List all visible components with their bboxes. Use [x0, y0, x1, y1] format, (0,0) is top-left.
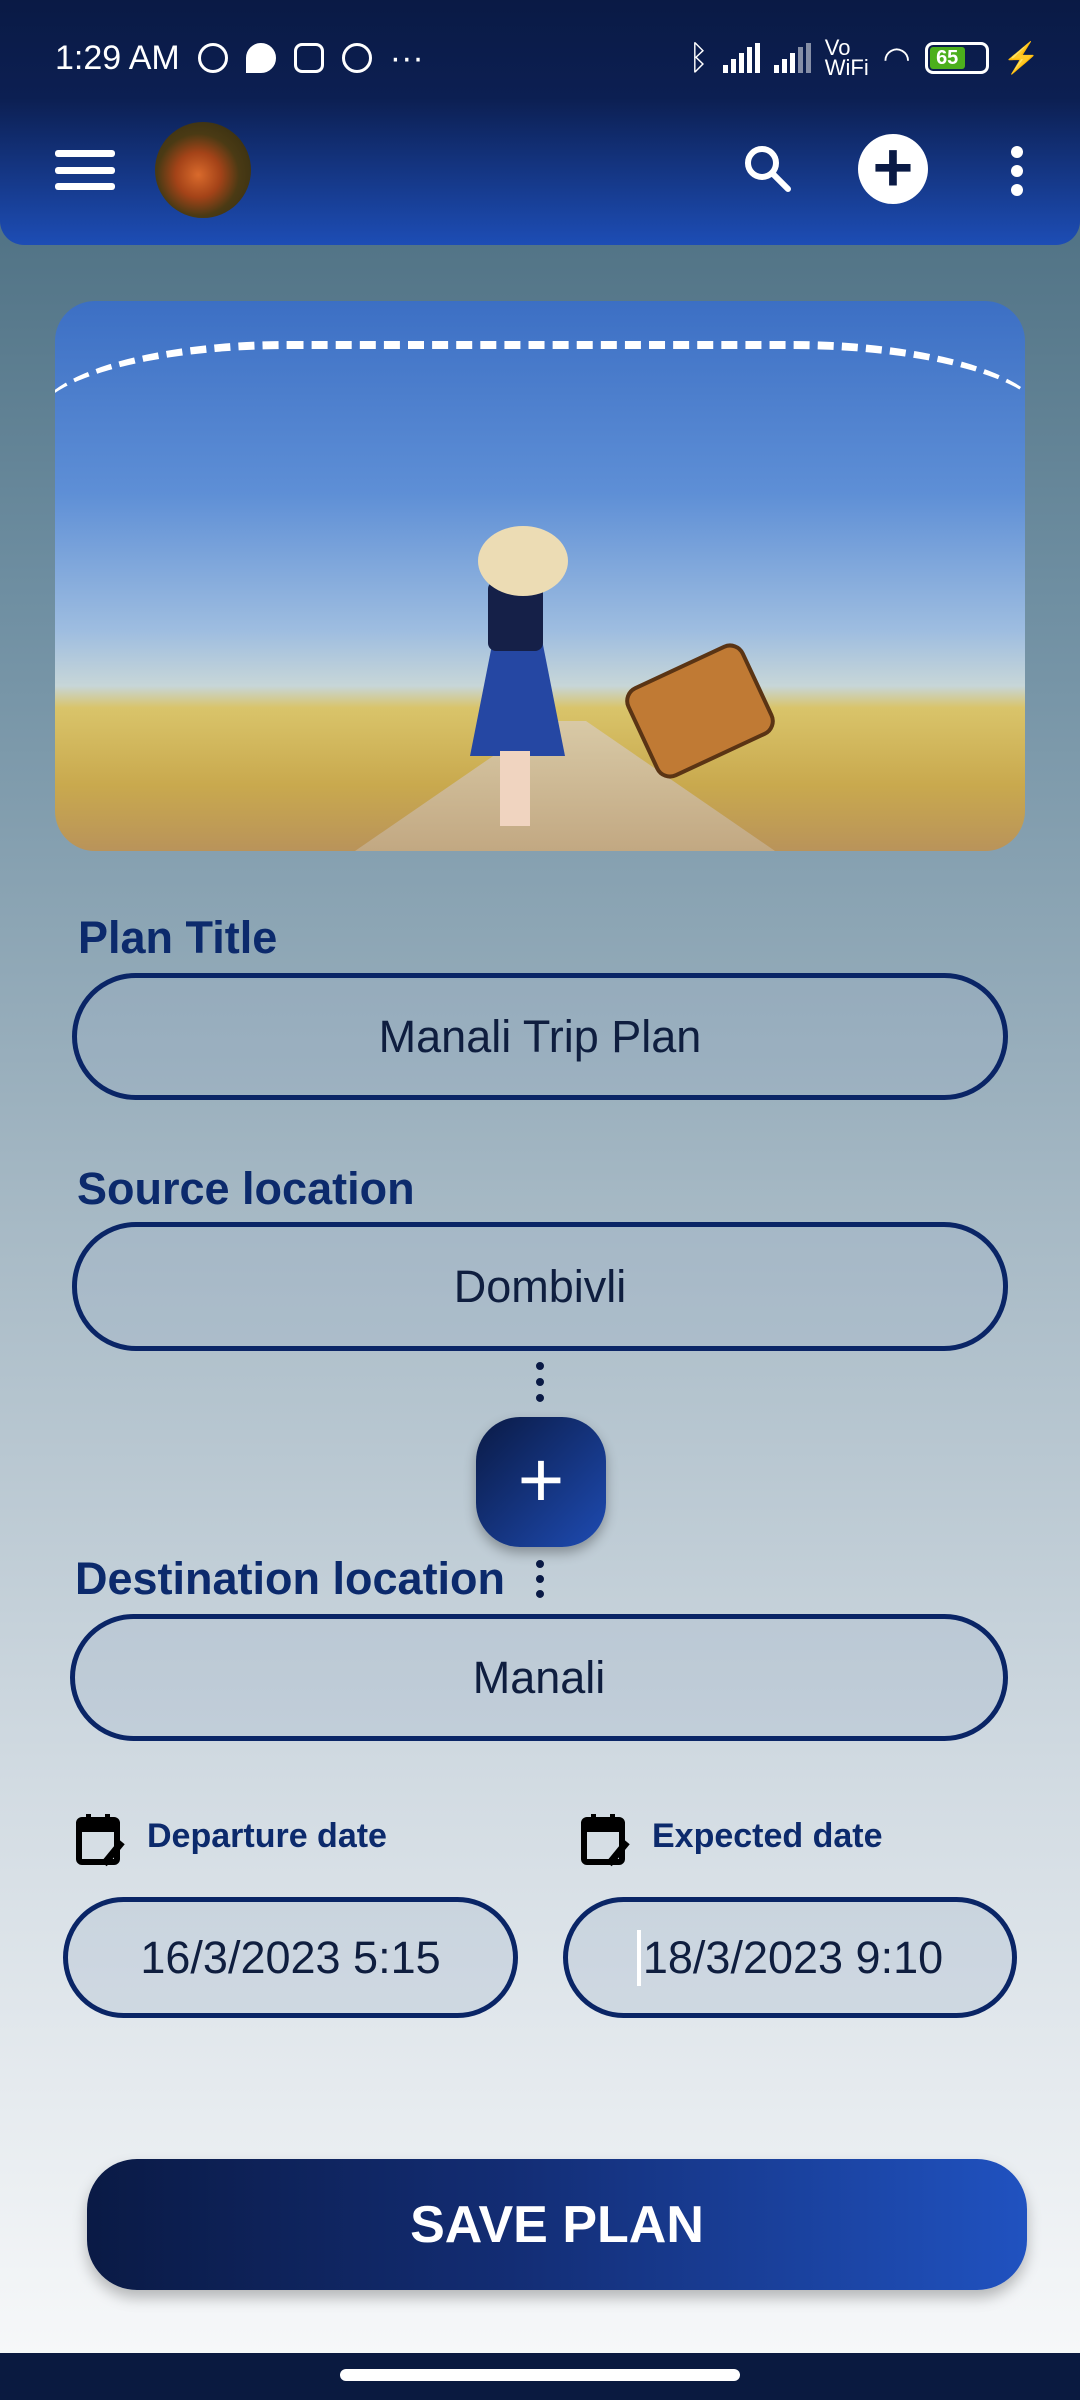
- text-cursor: [636, 1929, 641, 1986]
- calendar-edit-icon: [581, 1814, 630, 1867]
- home-gesture-handle[interactable]: [340, 2369, 740, 2381]
- status-bar: 1:29 AM ··· ᛒ Vo WiFi ◠ 65 ⚡: [55, 37, 1040, 80]
- avatar[interactable]: [155, 122, 251, 218]
- navigation-bar: [0, 2353, 1080, 2400]
- destination-location-label: Destination location: [75, 1553, 506, 1604]
- save-plan-button[interactable]: SAVE PLAN: [87, 2159, 1027, 2290]
- charging-icon: ⚡: [1002, 41, 1040, 75]
- plan-title-label: Plan Title: [78, 912, 278, 963]
- wifi-icon: ◠: [882, 40, 911, 76]
- source-location-label: Source location: [77, 1163, 415, 1214]
- vowifi-bottom: WiFi: [824, 55, 869, 80]
- more-options-button[interactable]: [1008, 146, 1026, 196]
- route-connector: [536, 1362, 544, 1402]
- departure-date-label: Departure date: [147, 1817, 387, 1855]
- alarm-icon: [197, 43, 228, 73]
- add-plan-button[interactable]: +: [858, 132, 928, 204]
- calendar-edit-icon: [76, 1814, 125, 1867]
- plan-title-input[interactable]: Manali Trip Plan: [72, 973, 1008, 1100]
- signal-icon: [722, 43, 760, 73]
- expected-date-value: 18/3/2023 9:10: [642, 1931, 944, 1983]
- chat-icon: [245, 43, 276, 73]
- destination-location-input[interactable]: Manali: [70, 1614, 1008, 1741]
- travel-banner-image: [55, 301, 1025, 851]
- route-connector-lower: [536, 1560, 544, 1598]
- expected-date-label: Expected date: [652, 1817, 883, 1855]
- more-notifications: ···: [389, 38, 424, 77]
- app-bar: 1:29 AM ··· ᛒ Vo WiFi ◠ 65 ⚡ +: [0, 0, 1080, 245]
- battery-level: 65: [929, 47, 965, 69]
- clock-icon: [341, 43, 372, 73]
- signal-icon-2: [773, 43, 811, 73]
- vowifi-icon: Vo WiFi: [824, 37, 869, 80]
- departure-date-input[interactable]: 16/3/2023 5:15: [63, 1897, 518, 2018]
- expected-date-input[interactable]: 18/3/2023 9:10: [563, 1897, 1017, 2018]
- status-time: 1:29 AM: [55, 38, 180, 77]
- bluetooth-icon: ᛒ: [688, 38, 709, 77]
- app-notification-icon: [293, 43, 324, 73]
- menu-button[interactable]: [55, 150, 115, 190]
- search-icon[interactable]: [742, 143, 792, 193]
- source-location-input[interactable]: Dombivli: [72, 1222, 1008, 1351]
- add-stop-button[interactable]: +: [476, 1417, 606, 1547]
- battery-icon: 65: [924, 42, 989, 74]
